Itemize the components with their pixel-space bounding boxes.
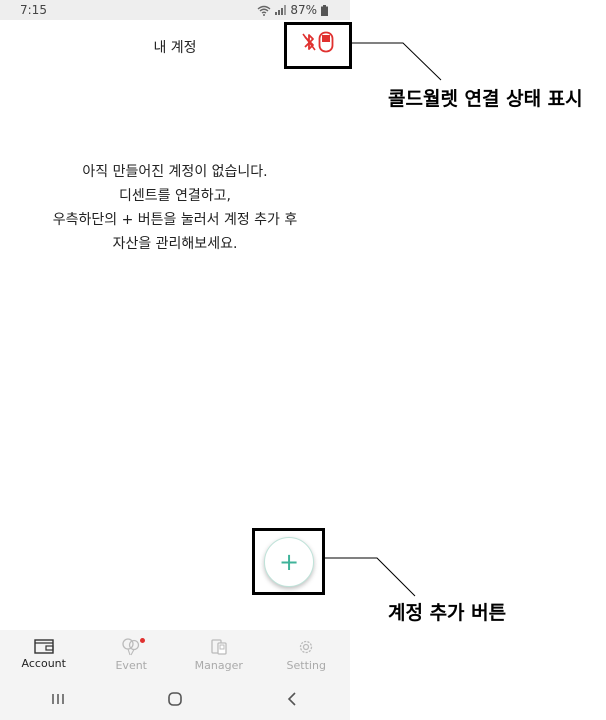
home-icon xyxy=(168,692,182,706)
empty-state-line: 아직 만들어진 계정이 없습니다. xyxy=(82,164,268,180)
phone-screen: 7:15 87% 내 계정 아직 만들어진 계정이 없습니다. 디센트를 연결하… xyxy=(0,0,350,720)
nav-item-account[interactable]: Account xyxy=(0,630,88,678)
add-button-highlight-box xyxy=(252,528,325,595)
nav-label: Event xyxy=(115,659,147,672)
cold-wallet-status-caption: 콜드월렛 연결 상태 표시 xyxy=(388,88,583,110)
nav-item-manager[interactable]: Manager xyxy=(175,630,263,678)
system-nav-bar xyxy=(0,678,350,720)
wifi-icon xyxy=(257,5,271,16)
bottom-nav: Account Event Manager Setting xyxy=(0,630,350,678)
battery-icon xyxy=(321,4,328,16)
manager-icon xyxy=(211,639,227,655)
recent-apps-button[interactable] xyxy=(38,684,78,714)
notification-dot xyxy=(140,638,146,643)
recent-apps-icon xyxy=(52,694,65,704)
add-account-button-caption: 계정 추가 버튼 xyxy=(388,602,507,624)
back-button[interactable] xyxy=(272,684,312,714)
status-time: 7:15 xyxy=(20,3,47,17)
status-bar: 7:15 87% xyxy=(0,0,350,20)
cold-wallet-highlight-box xyxy=(284,22,352,69)
signal-icon xyxy=(275,5,287,15)
balloons-icon xyxy=(122,638,140,656)
empty-state-line: 우측하단의 + 버튼을 눌러서 계정 추가 후 xyxy=(52,212,298,228)
gear-icon xyxy=(300,640,313,654)
empty-state-line: 자산을 관리해보세요. xyxy=(112,236,238,252)
empty-state-line: 디센트를 연결하고, xyxy=(119,188,231,204)
nav-label: Setting xyxy=(286,659,326,672)
wallet-icon xyxy=(34,639,54,654)
nav-item-setting[interactable]: Setting xyxy=(263,630,351,678)
empty-state-message: 아직 만들어진 계정이 없습니다. 디센트를 연결하고, 우측하단의 + 버튼을… xyxy=(0,160,350,256)
nav-label: Manager xyxy=(194,659,243,672)
back-icon xyxy=(287,692,296,706)
home-button[interactable] xyxy=(155,684,195,714)
battery-percent: 87% xyxy=(290,3,317,17)
nav-item-event[interactable]: Event xyxy=(88,630,176,678)
nav-label: Account xyxy=(21,657,66,670)
status-indicators: 87% xyxy=(257,3,328,17)
